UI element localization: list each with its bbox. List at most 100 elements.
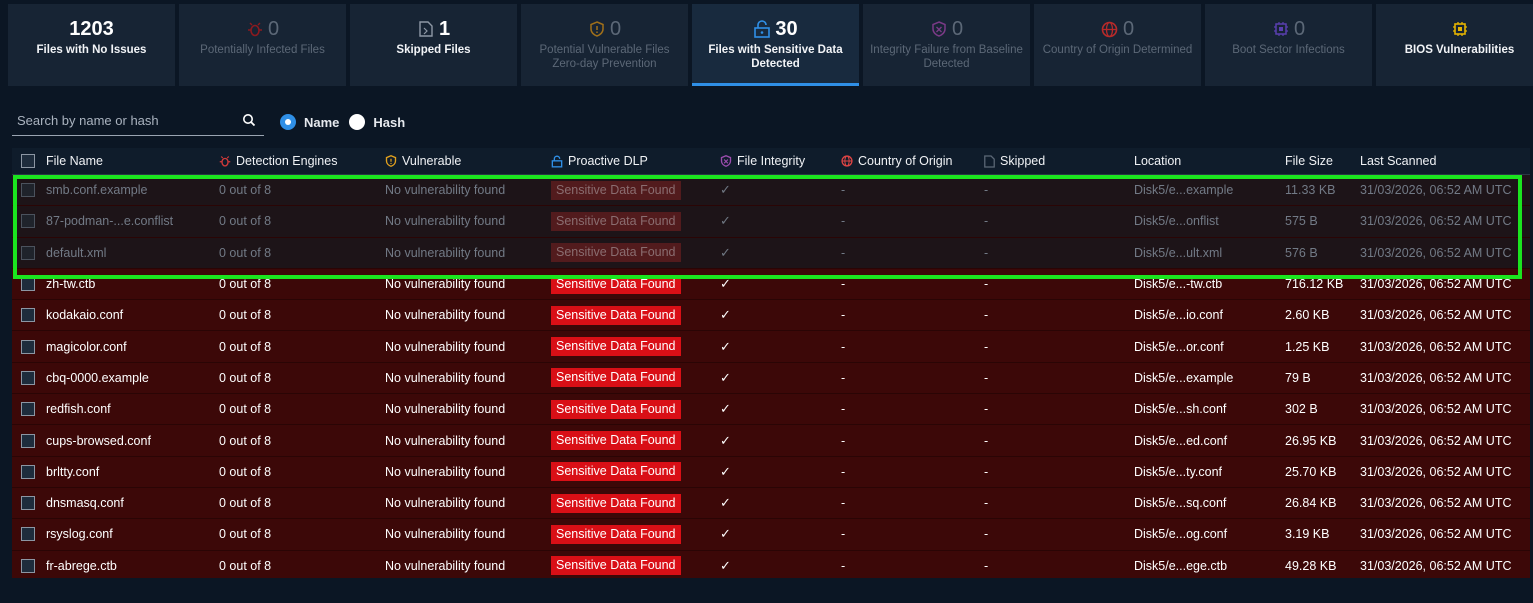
card-boot-sector[interactable]: 0 Boot Sector Infections <box>1205 4 1372 86</box>
col-file-size-label: File Size <box>1285 154 1333 168</box>
table-row[interactable]: fr-abrege.ctb 0 out of 8 No vulnerability … <box>12 550 1530 578</box>
file-name[interactable]: fr-abrege.ctb <box>40 559 212 573</box>
card-integrity[interactable]: 0 Integrity Failure from Baseline Detect… <box>863 4 1030 86</box>
sensitive-data-badge[interactable]: Sensitive Data Found <box>551 180 681 200</box>
select-all-checkbox[interactable] <box>21 154 35 168</box>
file-size: 576 B <box>1285 245 1318 260</box>
file-name[interactable]: cbq-0000.example <box>40 371 212 385</box>
sensitive-data-badge[interactable]: Sensitive Data Found <box>551 368 681 388</box>
country-of-origin: - <box>841 245 846 260</box>
sensitive-data-badge[interactable]: Sensitive Data Found <box>551 556 681 576</box>
table-row[interactable]: default.xml 0 out of 8 No vulnerability fo… <box>12 237 1530 269</box>
table-row[interactable]: dnsmasq.conf 0 out of 8 No vulnerability f… <box>12 487 1530 520</box>
radio-hash[interactable]: Hash <box>349 114 405 130</box>
col-file-name[interactable]: File Name <box>40 154 212 168</box>
file-location: Disk5/e...sh.conf <box>1134 402 1227 417</box>
table-row[interactable]: rsyslog.conf 0 out of 8 No vulnerability f… <box>12 519 1530 551</box>
card-label: Files with Sensitive Data Detected <box>708 44 843 70</box>
last-scanned: 31/03/2026, 06:52 AM UTC <box>1360 433 1512 448</box>
check-icon: ✓ <box>720 432 731 448</box>
file-name[interactable]: redfish.conf <box>40 402 212 416</box>
col-file-integrity[interactable]: File Integrity <box>712 154 833 168</box>
vulnerable-status: No vulnerability found <box>385 433 506 448</box>
check-icon: ✓ <box>720 182 731 198</box>
card-value-row: 1 <box>417 17 450 41</box>
file-name[interactable]: magicolor.conf <box>40 340 212 354</box>
row-checkbox[interactable] <box>21 527 35 542</box>
table-row[interactable]: brltty.conf 0 out of 8 No vulnerability fo… <box>12 456 1530 488</box>
col-detection-engines[interactable]: Detection Engines <box>212 154 378 168</box>
file-integrity-cell: ✓ <box>712 526 833 542</box>
file-size: 1.25 KB <box>1285 339 1330 354</box>
sensitive-data-badge[interactable]: Sensitive Data Found <box>551 493 681 513</box>
col-skipped[interactable]: Skipped <box>976 154 1126 168</box>
table-row[interactable]: zh-tw.ctb 0 out of 8 No vulnerability foun… <box>12 268 1530 301</box>
table-row[interactable]: kodakaio.conf 0 out of 8 No vulnerability … <box>12 300 1530 332</box>
col-location[interactable]: Location <box>1126 154 1277 168</box>
detection-engines: 0 out of 8 <box>219 527 272 542</box>
sensitive-data-badge[interactable]: Sensitive Data Found <box>551 305 681 325</box>
table-row[interactable]: 87-podman-...e.conflist 0 out of 8 No vuln… <box>12 206 1530 238</box>
card-value-row: 30 <box>753 17 798 41</box>
vulnerable-status: No vulnerability found <box>385 183 506 198</box>
file-name[interactable]: default.xml <box>40 246 212 260</box>
card-country[interactable]: 0 Country of Origin Determined <box>1034 4 1201 86</box>
row-checkbox[interactable] <box>21 558 35 573</box>
col-proactive-dlp[interactable]: Proactive DLP <box>544 154 712 168</box>
col-skipped-label: Skipped <box>1000 154 1046 168</box>
sensitive-data-badge[interactable]: Sensitive Data Found <box>551 337 681 357</box>
header-checkbox-cell <box>12 154 40 168</box>
sensitive-data-badge[interactable]: Sensitive Data Found <box>551 462 681 482</box>
file-name[interactable]: kodakaio.conf <box>40 308 212 322</box>
row-checkbox[interactable] <box>21 339 35 354</box>
warning-shield-icon <box>385 155 397 167</box>
search-icon[interactable] <box>242 113 256 132</box>
file-name[interactable]: dnsmasq.conf <box>40 496 212 510</box>
file-name[interactable]: zh-tw.ctb <box>40 277 212 291</box>
sensitive-data-badge[interactable]: Sensitive Data Found <box>551 524 681 544</box>
col-last-scanned[interactable]: Last Scanned <box>1352 154 1530 168</box>
row-checkbox[interactable] <box>21 402 35 417</box>
sensitive-data-badge[interactable]: Sensitive Data Found <box>551 274 681 294</box>
sensitive-data-badge[interactable]: Sensitive Data Found <box>551 211 681 231</box>
last-scanned: 31/03/2026, 06:52 AM UTC <box>1360 183 1512 198</box>
sensitive-data-badge[interactable]: Sensitive Data Found <box>551 243 681 263</box>
row-checkbox[interactable] <box>21 214 35 229</box>
col-file-size[interactable]: File Size <box>1277 154 1352 168</box>
row-checkbox[interactable] <box>21 245 35 260</box>
row-checkbox[interactable] <box>21 464 35 479</box>
row-checkbox[interactable] <box>21 183 35 198</box>
file-location: Disk5/e...-tw.ctb <box>1134 277 1223 292</box>
file-name[interactable]: rsyslog.conf <box>40 527 212 541</box>
table-row[interactable]: cbq-0000.example 0 out of 8 No vulnerabili… <box>12 362 1530 395</box>
row-checkbox[interactable] <box>21 496 35 511</box>
file-size: 2.60 KB <box>1285 308 1330 323</box>
row-checkbox[interactable] <box>21 433 35 448</box>
dlp-cell: Sensitive Data Found <box>544 524 712 544</box>
card-no-issues[interactable]: 1203 Files with No Issues <box>8 4 175 86</box>
card-skipped[interactable]: 1 Skipped Files <box>350 4 517 86</box>
table-row[interactable]: redfish.conf 0 out of 8 No vulnerability f… <box>12 394 1530 426</box>
radio-name[interactable]: Name <box>280 114 339 130</box>
card-infected[interactable]: 0 Potentially Infected Files <box>179 4 346 86</box>
search-input[interactable] <box>12 106 232 134</box>
row-checkbox[interactable] <box>21 308 35 323</box>
file-name[interactable]: cups-browsed.conf <box>40 434 212 448</box>
row-checkbox[interactable] <box>21 370 35 385</box>
sensitive-data-badge[interactable]: Sensitive Data Found <box>551 399 681 419</box>
sensitive-data-badge[interactable]: Sensitive Data Found <box>551 431 681 451</box>
file-name[interactable]: smb.conf.example <box>40 183 212 197</box>
table-row[interactable]: cups-browsed.conf 0 out of 8 No vulnerabil… <box>12 425 1530 457</box>
card-bios[interactable]: BIOS Vulnerabilities <box>1376 4 1533 86</box>
last-scanned: 31/03/2026, 06:52 AM UTC <box>1360 402 1512 417</box>
col-vulnerable[interactable]: Vulnerable <box>378 154 544 168</box>
row-checkbox[interactable] <box>21 277 35 292</box>
search-box[interactable] <box>12 106 264 136</box>
table-row[interactable]: smb.conf.example 0 out of 8 No vulnerabili… <box>12 175 1530 207</box>
card-vulnerable[interactable]: 0 Potential Vulnerable Files Zero-day Pr… <box>521 4 688 86</box>
table-row[interactable]: magicolor.conf 0 out of 8 No vulnerability… <box>12 331 1530 363</box>
col-country-of-origin[interactable]: Country of Origin <box>833 154 976 168</box>
card-sensitive-data[interactable]: 30 Files with Sensitive Data Detected <box>692 4 859 86</box>
file-name[interactable]: brltty.conf <box>40 465 212 479</box>
file-name[interactable]: 87-podman-...e.conflist <box>40 214 212 228</box>
